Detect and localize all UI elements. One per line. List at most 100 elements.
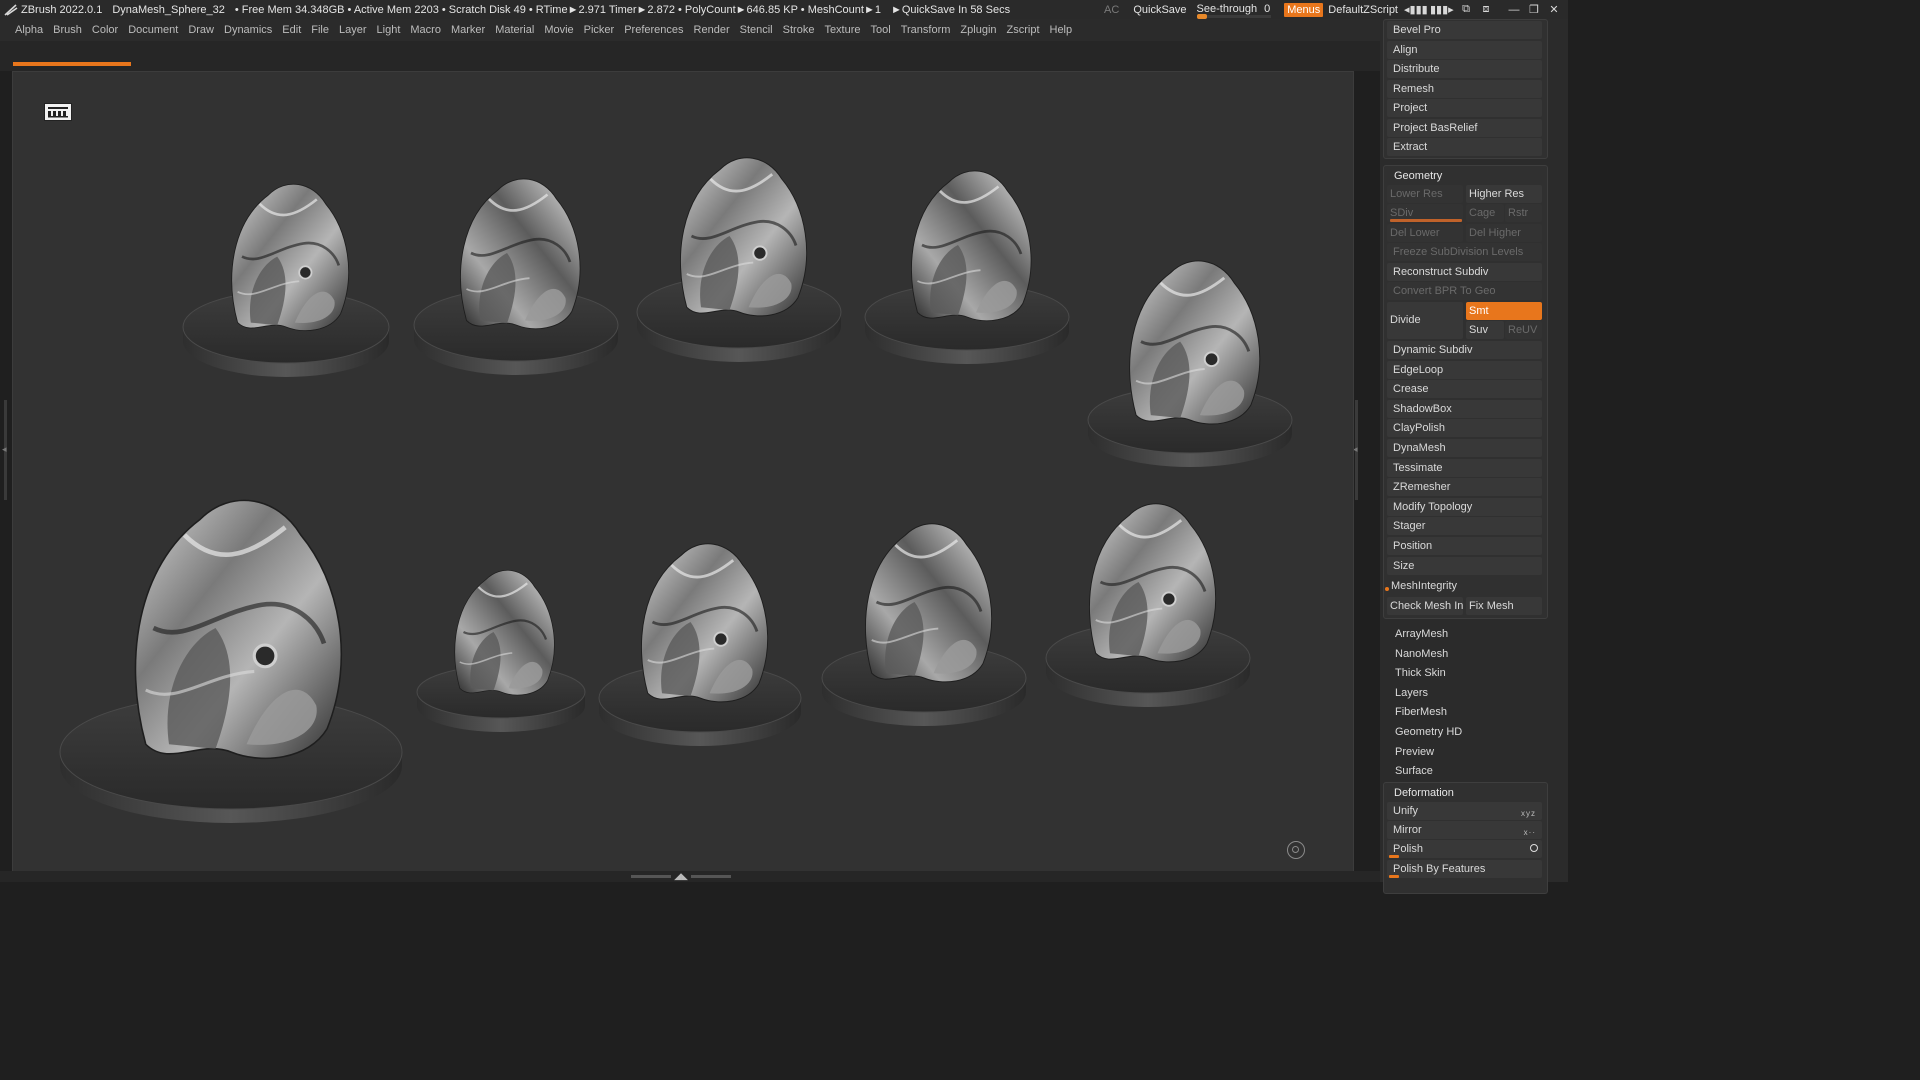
fix-mesh-button[interactable]: Fix Mesh (1466, 597, 1542, 615)
menu-color[interactable]: Color (92, 24, 118, 36)
subpalette-arraymesh[interactable]: ArrayMesh (1395, 628, 1448, 640)
ui-layout-next-icon[interactable]: ▮▮▮▸ (1430, 3, 1454, 16)
polish-circle-icon[interactable] (1530, 844, 1538, 852)
ac-indicator[interactable]: AC (1104, 4, 1119, 16)
swap-config-icon[interactable]: ⧈ (1476, 3, 1496, 16)
left-tray-arrow-icon[interactable]: ◂ (2, 444, 7, 455)
mirror-label: Mirror (1393, 824, 1422, 836)
menu-macro[interactable]: Macro (410, 24, 441, 36)
ui-layout-prev-icon[interactable]: ◂▮▮▮ (1404, 3, 1428, 16)
cage-button[interactable]: Cage (1466, 204, 1504, 222)
subpalette-layers[interactable]: Layers (1395, 687, 1428, 699)
smt-toggle[interactable]: Smt (1466, 302, 1542, 320)
align-button[interactable]: Align (1387, 40, 1542, 59)
bottom-tray-arrow-icon[interactable]: ◢◣ (674, 872, 688, 881)
polish-slider[interactable]: Polish (1387, 840, 1542, 858)
stager-button[interactable]: Stager (1387, 517, 1542, 536)
sculpt-model (1045, 503, 1251, 707)
menu-alpha[interactable]: Alpha (15, 24, 43, 36)
tessimate-button[interactable]: Tessimate (1387, 458, 1542, 477)
close-icon[interactable]: ✕ (1544, 3, 1564, 16)
bevel-pro-button[interactable]: Bevel Pro (1387, 21, 1542, 39)
menu-preferences[interactable]: Preferences (624, 24, 683, 36)
sculpt-model (182, 183, 390, 377)
menus-toggle-button[interactable]: Menus (1284, 2, 1324, 17)
menu-texture[interactable]: Texture (824, 24, 860, 36)
menu-light[interactable]: Light (377, 24, 401, 36)
sdiv-slider[interactable]: SDiv (1387, 204, 1463, 222)
remesh-button[interactable]: Remesh (1387, 79, 1542, 98)
del-lower-button[interactable]: Del Lower (1387, 224, 1463, 242)
edgeloop-button[interactable]: EdgeLoop (1387, 360, 1542, 379)
distribute-button[interactable]: Distribute (1387, 60, 1542, 78)
menu-draw[interactable]: Draw (188, 24, 214, 36)
pivot-target-icon[interactable] (1287, 841, 1305, 859)
minimize-icon[interactable]: — (1504, 4, 1524, 16)
del-higher-button[interactable]: Del Higher (1466, 224, 1542, 242)
deformation-title[interactable]: Deformation (1394, 787, 1454, 799)
meshintegrity-header[interactable]: MeshIntegrity (1391, 580, 1457, 592)
bottom-tray-handle[interactable]: ◢◣ (628, 872, 734, 881)
position-button[interactable]: Position (1387, 537, 1542, 555)
subpalette-fibermesh[interactable]: FiberMesh (1395, 706, 1447, 718)
size-button[interactable]: Size (1387, 556, 1542, 575)
shadowbox-button[interactable]: ShadowBox (1387, 399, 1542, 418)
menu-tool[interactable]: Tool (871, 24, 891, 36)
rstr-button[interactable]: Rstr (1505, 204, 1542, 222)
subpalette-preview[interactable]: Preview (1395, 746, 1434, 758)
convert-bpr-button[interactable]: Convert BPR To Geo (1387, 282, 1542, 300)
modify-topology-button[interactable]: Modify Topology (1387, 497, 1542, 516)
crease-button[interactable]: Crease (1387, 380, 1542, 399)
menu-document[interactable]: Document (128, 24, 178, 36)
subpalette-nanomesh[interactable]: NanoMesh (1395, 648, 1448, 660)
menu-layer[interactable]: Layer (339, 24, 367, 36)
zremesher-button[interactable]: ZRemesher (1387, 478, 1542, 497)
menu-zplugin[interactable]: Zplugin (960, 24, 996, 36)
restore-icon[interactable]: ❐ (1524, 3, 1544, 16)
project-button[interactable]: Project (1387, 99, 1542, 117)
suv-toggle[interactable]: Suv (1466, 321, 1504, 339)
document-canvas[interactable] (12, 71, 1354, 873)
see-through-knob[interactable] (1196, 13, 1207, 19)
menu-material[interactable]: Material (495, 24, 534, 36)
menu-edit[interactable]: Edit (282, 24, 301, 36)
store-config-icon[interactable]: ⧉ (1456, 3, 1476, 16)
subpalette-geometry-hd[interactable]: Geometry HD (1395, 726, 1462, 738)
menu-stroke[interactable]: Stroke (783, 24, 815, 36)
menu-marker[interactable]: Marker (451, 24, 485, 36)
see-through-slider[interactable]: See-through 0 (1196, 3, 1271, 19)
subpalette-surface[interactable]: Surface (1395, 765, 1433, 777)
menu-brush[interactable]: Brush (53, 24, 82, 36)
freeze-subdivision-button[interactable]: Freeze SubDivision Levels (1387, 243, 1542, 261)
higher-res-button[interactable]: Higher Res (1466, 185, 1542, 203)
check-mesh-integrity-button[interactable]: Check Mesh Integrity (1387, 597, 1463, 615)
reconstruct-subdiv-button[interactable]: Reconstruct Subdiv (1387, 263, 1542, 281)
menu-stencil[interactable]: Stencil (740, 24, 773, 36)
app-version: ZBrush 2022.0.1 (21, 3, 103, 16)
claypolish-button[interactable]: ClayPolish (1387, 419, 1542, 438)
default-zscript-button[interactable]: DefaultZScript (1328, 4, 1398, 16)
divide-button[interactable]: Divide (1387, 302, 1463, 339)
menu-zscript[interactable]: Zscript (1007, 24, 1040, 36)
menu-file[interactable]: File (311, 24, 329, 36)
unify-button[interactable]: Unify xyz (1387, 802, 1542, 820)
dynamic-subdiv-button[interactable]: Dynamic Subdiv (1387, 341, 1542, 359)
reuv-toggle[interactable]: ReUV (1505, 321, 1542, 339)
menu-movie[interactable]: Movie (544, 24, 573, 36)
project-basrelief-button[interactable]: Project BasRelief (1387, 118, 1542, 137)
mirror-button[interactable]: Mirror x·· (1387, 821, 1542, 839)
extract-button[interactable]: Extract (1387, 138, 1542, 156)
title-bar: ZBrush 2022.0.1 DynaMesh_Sphere_32 • Fre… (0, 0, 1568, 19)
menu-dynamics[interactable]: Dynamics (224, 24, 272, 36)
geometry-title[interactable]: Geometry (1394, 170, 1442, 182)
polish-by-features-slider[interactable]: Polish By Features (1387, 860, 1542, 878)
menu-help[interactable]: Help (1050, 24, 1073, 36)
menu-transform[interactable]: Transform (901, 24, 951, 36)
menu-render[interactable]: Render (694, 24, 730, 36)
lower-res-button[interactable]: Lower Res (1387, 185, 1463, 203)
quicksave-button[interactable]: QuickSave (1133, 4, 1186, 16)
gallery-thumbnail-icon[interactable] (44, 103, 72, 121)
menu-picker[interactable]: Picker (584, 24, 615, 36)
dynamesh-button[interactable]: DynaMesh (1387, 439, 1542, 457)
subpalette-thick-skin[interactable]: Thick Skin (1395, 667, 1446, 679)
